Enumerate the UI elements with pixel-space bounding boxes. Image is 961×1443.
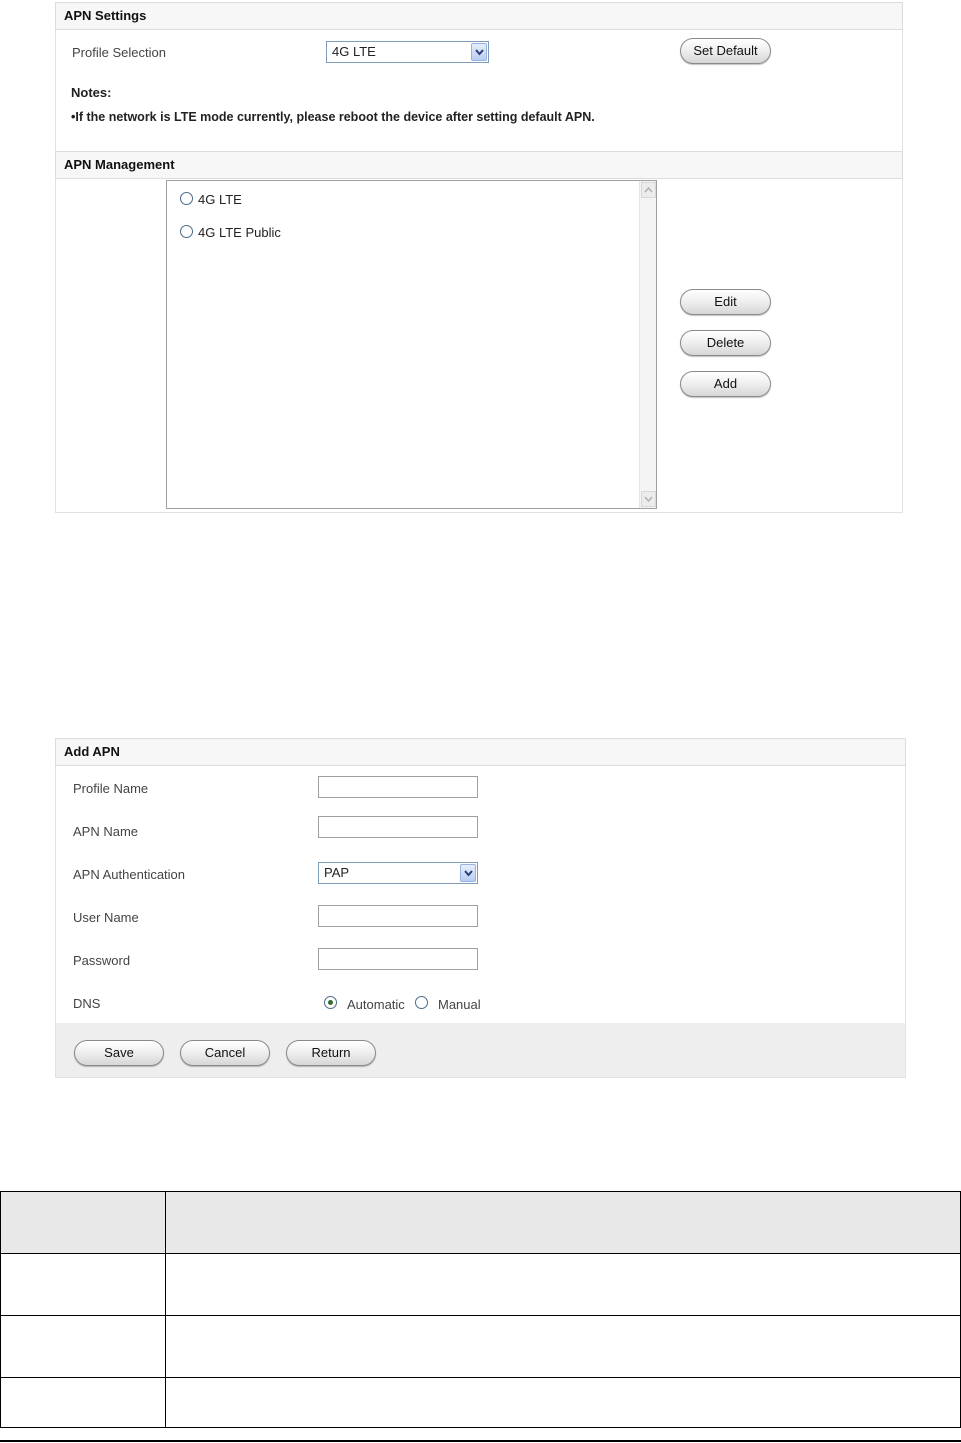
scroll-up-button[interactable] bbox=[641, 182, 656, 198]
chevron-down-icon[interactable] bbox=[471, 43, 487, 61]
apn-management-header: APN Management bbox=[55, 151, 903, 179]
profile-selection-select[interactable]: 4G LTE bbox=[326, 41, 489, 63]
apn-settings-title: APN Settings bbox=[64, 8, 147, 23]
add-button[interactable]: Add bbox=[680, 371, 771, 397]
table-cell bbox=[165, 1315, 961, 1378]
table-header-row bbox=[0, 1191, 961, 1254]
add-apn-header: Add APN bbox=[55, 738, 906, 766]
table-row bbox=[0, 1315, 961, 1378]
apn-profile-list[interactable]: 4G LTE 4G LTE Public bbox=[166, 180, 657, 509]
profile-radio-4g-lte-public[interactable] bbox=[180, 225, 193, 238]
apn-settings-header: APN Settings bbox=[55, 2, 903, 30]
parameter-table bbox=[0, 1191, 961, 1428]
dns-manual-label: Manual bbox=[438, 997, 481, 1012]
table-cell bbox=[0, 1377, 166, 1428]
return-button[interactable]: Return bbox=[286, 1040, 376, 1066]
chevron-down-icon[interactable] bbox=[460, 864, 476, 882]
dns-label: DNS bbox=[73, 996, 101, 1011]
apn-management-title: APN Management bbox=[64, 157, 175, 172]
profile-label-4g-lte: 4G LTE bbox=[198, 192, 242, 207]
apn-authentication-label: APN Authentication bbox=[73, 867, 186, 882]
chevron-up-icon bbox=[644, 186, 653, 193]
table-row bbox=[0, 1253, 961, 1316]
edit-button[interactable]: Edit bbox=[680, 289, 771, 315]
table-cell bbox=[0, 1253, 166, 1316]
add-apn-title: Add APN bbox=[64, 744, 120, 759]
table-cell bbox=[165, 1377, 961, 1428]
user-name-input[interactable] bbox=[318, 905, 478, 927]
dns-automatic-radio[interactable] bbox=[324, 996, 337, 1009]
apn-authentication-value: PAP bbox=[324, 865, 350, 880]
password-label: Password bbox=[73, 953, 131, 968]
profile-radio-4g-lte[interactable] bbox=[180, 192, 193, 205]
table-cell bbox=[0, 1315, 166, 1378]
scroll-down-button[interactable] bbox=[641, 491, 656, 507]
notes-text: •If the network is LTE mode currently, p… bbox=[71, 110, 595, 124]
dns-manual-radio[interactable] bbox=[415, 996, 428, 1009]
set-default-button[interactable]: Set Default bbox=[680, 38, 771, 64]
profile-name-input[interactable] bbox=[318, 776, 478, 798]
notes-title: Notes: bbox=[71, 85, 112, 100]
profile-selection-value: 4G LTE bbox=[332, 44, 376, 59]
dns-automatic-label: Automatic bbox=[347, 997, 405, 1012]
table-cell bbox=[165, 1253, 961, 1316]
chevron-down-icon bbox=[644, 496, 653, 503]
profile-selection-label: Profile Selection bbox=[72, 45, 166, 60]
delete-button[interactable]: Delete bbox=[680, 330, 771, 356]
save-button[interactable]: Save bbox=[74, 1040, 164, 1066]
table-header-cell bbox=[0, 1191, 166, 1254]
password-input[interactable] bbox=[318, 948, 478, 970]
table-row bbox=[0, 1377, 961, 1428]
table-header-cell bbox=[165, 1191, 961, 1254]
profile-label-4g-lte-public: 4G LTE Public bbox=[198, 225, 281, 240]
apn-name-input[interactable] bbox=[318, 816, 478, 838]
cancel-button[interactable]: Cancel bbox=[180, 1040, 270, 1066]
apn-name-label: APN Name bbox=[73, 824, 139, 839]
page-bottom-rule bbox=[0, 1440, 961, 1442]
apn-authentication-select[interactable]: PAP bbox=[318, 862, 478, 884]
profile-name-label: Profile Name bbox=[73, 781, 149, 796]
user-name-label: User Name bbox=[73, 910, 139, 925]
list-scrollbar[interactable] bbox=[639, 181, 656, 508]
